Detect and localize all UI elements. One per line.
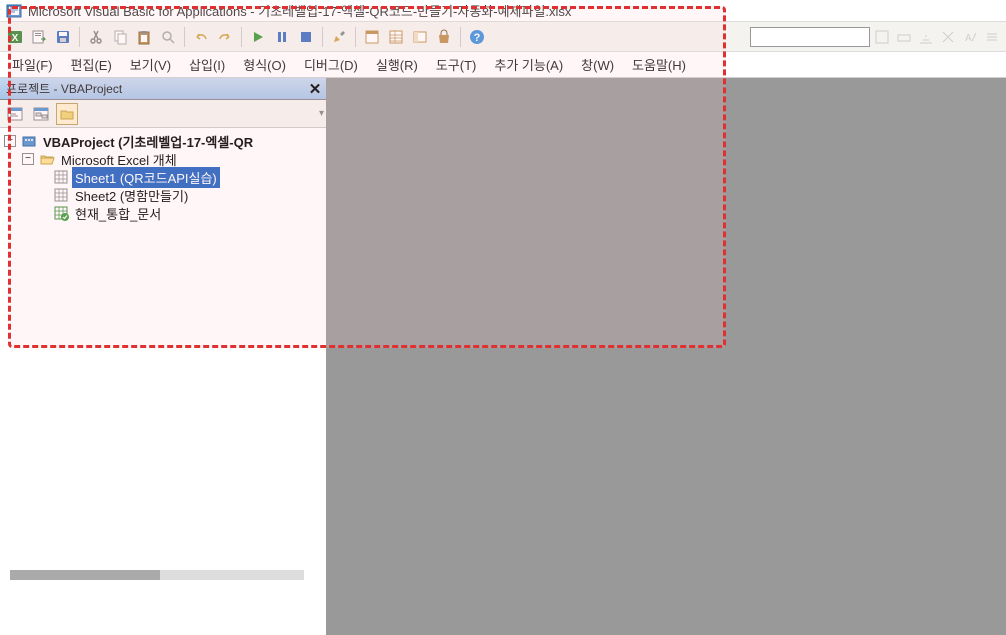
worksheet-icon (53, 187, 69, 203)
grey-icon-2 (894, 27, 914, 47)
menu-debug[interactable]: 디버그(D) (296, 52, 366, 77)
menu-addins[interactable]: 추가 기능(A) (486, 52, 571, 77)
svg-text:?: ? (474, 32, 481, 44)
menu-tools[interactable]: 도구(T) (428, 52, 485, 77)
tree-folder-excel-objects[interactable]: − Microsoft Excel 개체 (2, 150, 324, 168)
help-icon[interactable]: ? (466, 26, 488, 48)
tree-workbook-label: 현재_통합_문서 (72, 203, 164, 224)
main-area: 프로젝트 - VBAProject ✕ ▾ − VBAProject (기초레벨… (0, 78, 1006, 635)
collapse-icon[interactable]: − (4, 135, 16, 147)
design-mode-icon[interactable] (328, 26, 350, 48)
project-panel-toolbar: ▾ (0, 100, 326, 128)
cut-icon[interactable] (85, 26, 107, 48)
copy-icon[interactable] (109, 26, 131, 48)
tree-project-root[interactable]: − VBAProject (기초레벨업-17-엑셀-QR (2, 132, 324, 150)
view-code-icon[interactable] (4, 103, 26, 125)
find-icon[interactable] (157, 26, 179, 48)
menu-run[interactable]: 실행(R) (368, 52, 426, 77)
project-panel-header: 프로젝트 - VBAProject ✕ (0, 78, 326, 100)
view-object-icon[interactable] (30, 103, 52, 125)
pause-icon[interactable] (271, 26, 293, 48)
window-title: Microsoft Visual Basic for Applications … (28, 1, 571, 20)
worksheet-icon (53, 169, 69, 185)
main-toolbar: X ? A (0, 22, 1006, 52)
project-panel-title: 프로젝트 - VBAProject (6, 80, 122, 97)
project-explorer-panel: 프로젝트 - VBAProject ✕ ▾ − VBAProject (기초레벨… (0, 78, 328, 635)
scrollbar-thumb[interactable] (10, 570, 160, 580)
project-tree: − VBAProject (기초레벨업-17-엑셀-QR − Microsoft… (0, 128, 326, 635)
svg-text:A: A (965, 33, 972, 44)
menu-format[interactable]: 형식(O) (235, 52, 294, 77)
menu-insert[interactable]: 삽입(I) (181, 52, 233, 77)
separator (355, 27, 356, 47)
stop-icon[interactable] (295, 26, 317, 48)
menu-edit[interactable]: 편집(E) (63, 52, 120, 77)
menu-help[interactable]: 도움말(H) (624, 52, 694, 77)
insert-module-icon[interactable] (28, 26, 50, 48)
title-bar: Microsoft Visual Basic for Applications … (0, 0, 1006, 22)
workbook-icon (53, 205, 69, 221)
menu-bar: 파일(F) 편집(E) 보기(V) 삽입(I) 형식(O) 디버그(D) 실행(… (0, 52, 1006, 78)
menu-view[interactable]: 보기(V) (122, 52, 179, 77)
tree-item-workbook[interactable]: 현재_통합_문서 (2, 204, 324, 222)
separator (184, 27, 185, 47)
separator (241, 27, 242, 47)
procedure-dropdown[interactable] (750, 27, 870, 47)
collapse-icon[interactable]: − (22, 153, 34, 165)
tree-item-sheet1[interactable]: Sheet1 (QR코드API실습) (2, 168, 324, 186)
paste-icon[interactable] (133, 26, 155, 48)
close-icon[interactable]: ✕ (306, 80, 324, 98)
horizontal-scrollbar[interactable] (10, 570, 304, 580)
grey-icon-4 (938, 27, 958, 47)
redo-icon[interactable] (214, 26, 236, 48)
grey-icon-5: A (960, 27, 980, 47)
separator (79, 27, 80, 47)
grey-icon-6 (982, 27, 1002, 47)
save-icon[interactable] (52, 26, 74, 48)
vba-app-icon (6, 3, 22, 19)
project-explorer-icon[interactable] (361, 26, 383, 48)
project-icon (21, 133, 37, 149)
code-mdi-area (328, 78, 1006, 635)
drag-handle-icon: ▾ (319, 108, 324, 119)
grey-icon-3 (916, 27, 936, 47)
svg-text:X: X (12, 33, 19, 44)
separator (322, 27, 323, 47)
properties-icon[interactable] (385, 26, 407, 48)
toolbox-icon[interactable] (433, 26, 455, 48)
menu-file[interactable]: 파일(F) (4, 52, 61, 77)
object-browser-icon[interactable] (409, 26, 431, 48)
undo-icon[interactable] (190, 26, 212, 48)
toggle-folders-icon[interactable] (56, 103, 78, 125)
run-icon[interactable] (247, 26, 269, 48)
excel-icon[interactable]: X (4, 26, 26, 48)
separator (460, 27, 461, 47)
folder-open-icon (39, 151, 55, 167)
tree-item-sheet2[interactable]: Sheet2 (명함만들기) (2, 186, 324, 204)
menu-window[interactable]: 창(W) (573, 52, 622, 77)
grey-icon-1 (872, 27, 892, 47)
